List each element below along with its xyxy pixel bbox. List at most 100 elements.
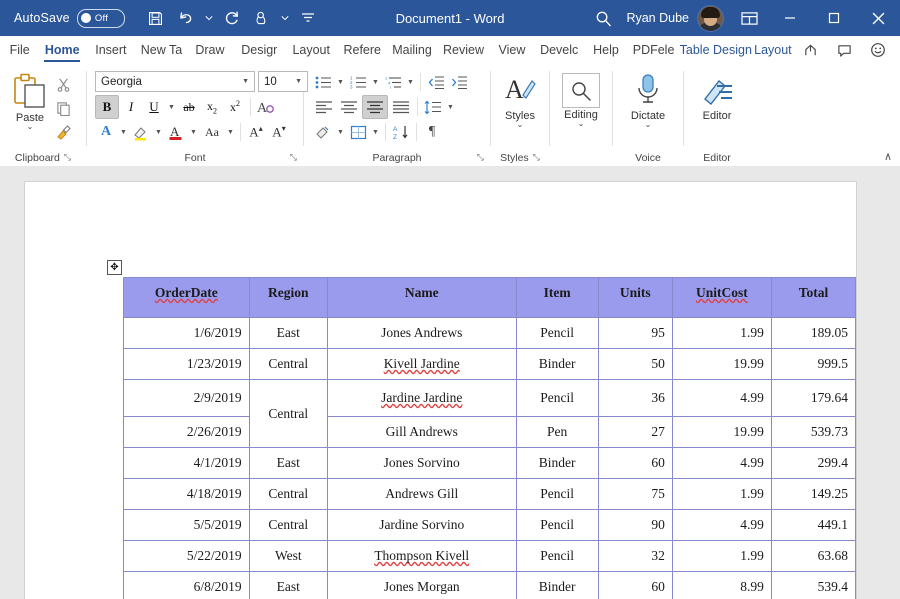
cell-unitcost[interactable]: 1.99 [671,540,772,572]
underline-dropdown-icon[interactable]: ▼ [166,96,177,118]
borders-button[interactable] [347,121,369,143]
cell-total[interactable]: 449.1 [770,509,857,541]
customize-qat-icon[interactable] [293,4,323,32]
column-header-name[interactable]: Name [326,277,517,318]
shading-button[interactable] [312,121,334,143]
cell-unitcost[interactable]: 19.99 [671,348,772,380]
cell-total[interactable]: 63.68 [770,540,857,572]
tab-new-tab[interactable]: New Ta [137,36,187,64]
decrease-indent-button[interactable] [425,71,447,93]
table-row[interactable]: 6/8/2019 East Jones Morgan Binder 60 8.9… [123,571,857,599]
font-name-combo[interactable]: Georgia ▼ [95,71,255,92]
cell-units[interactable]: 95 [597,317,673,349]
feedback-smiley-icon[interactable] [862,37,894,63]
cell-units[interactable]: 27 [597,416,673,448]
chevron-down-icon[interactable]: ▼ [239,78,252,85]
cell-item[interactable]: Pencil [515,478,599,510]
share-icon[interactable] [794,37,826,63]
cell-total[interactable]: 999.5 [770,348,857,380]
cell-name[interactable]: Jardine Jardine [326,379,517,417]
data-table[interactable]: OrderDate Region Name Item Units UnitCos… [123,277,857,599]
ribbon-display-options-icon[interactable] [730,11,768,26]
cell-unitcost[interactable]: 4.99 [671,509,772,541]
cell-item[interactable]: Pencil [515,379,599,417]
cell-date[interactable]: 4/18/2019 [123,478,250,510]
bullets-dropdown-icon[interactable]: ▼ [335,71,346,93]
underline-button[interactable]: U [143,96,165,118]
column-header-unitcost[interactable]: UnitCost [671,277,772,318]
touch-mode-dropdown-icon[interactable] [277,4,293,32]
table-row[interactable]: 1/23/2019 Central Kivell Jardine Binder … [123,348,857,380]
numbering-button[interactable]: 123 [347,71,369,93]
table-move-handle[interactable]: ✥ [107,260,122,275]
cell-name[interactable]: Jones Sorvino [326,447,517,479]
cell-total[interactable]: 299.4 [770,447,857,479]
maximize-button[interactable] [812,0,856,36]
cell-item[interactable]: Pencil [515,317,599,349]
numbering-dropdown-icon[interactable]: ▼ [370,71,381,93]
styles-dialog-launcher-icon[interactable]: ⤡ [533,152,540,163]
highlight-dropdown-icon[interactable]: ▼ [153,121,164,143]
column-header-region[interactable]: Region [248,277,328,318]
format-painter-icon[interactable] [52,121,74,143]
editing-button[interactable]: Editing ⌄ [555,71,607,128]
multilevel-dropdown-icon[interactable]: ▼ [405,71,416,93]
change-case-dropdown-icon[interactable]: ▼ [225,121,236,143]
cell-unitcost[interactable]: 8.99 [671,571,772,599]
cell-region[interactable]: East [248,317,328,349]
table-row[interactable]: 5/5/2019 Central Jardine Sorvino Pencil … [123,509,857,541]
tab-design[interactable]: Desigr [234,36,285,64]
redo-icon[interactable] [217,4,247,32]
cell-name[interactable]: Gill Andrews [326,416,517,448]
table-row[interactable]: 1/6/2019 East Jones Andrews Pencil 95 1.… [123,317,857,349]
cell-region[interactable]: West [248,540,328,572]
text-effects-dropdown-icon[interactable]: ▼ [118,121,129,143]
column-header-item[interactable]: Item [515,277,599,318]
close-button[interactable] [856,0,900,36]
document-area[interactable]: ✥ OrderDate Region Name Item Units UnitC… [0,166,900,599]
line-spacing-button[interactable] [422,96,444,118]
cell-unitcost[interactable]: 19.99 [671,416,772,448]
change-case-button[interactable]: Aa [200,121,224,143]
table-row[interactable]: 5/22/2019 West Thompson Kivell Pencil 32… [123,540,857,572]
cell-region[interactable]: Central [248,348,328,380]
cell-total[interactable]: 539.73 [770,416,857,448]
bullets-button[interactable] [312,71,334,93]
tab-references[interactable]: Refere [337,36,387,64]
collapse-ribbon-button[interactable]: ∧ [884,150,892,163]
cell-date[interactable]: 2/26/2019 [123,416,250,448]
bold-button[interactable]: B [95,95,119,119]
cell-region[interactable]: East [248,447,328,479]
table-row[interactable]: 4/18/2019 Central Andrews Gill Pencil 75… [123,478,857,510]
subscript-button[interactable]: x2 [201,96,223,118]
save-icon[interactable] [141,4,171,32]
sort-button[interactable]: AZ [390,121,412,143]
text-highlight-color-button[interactable] [130,121,152,143]
cell-date[interactable]: 5/22/2019 [123,540,250,572]
cell-units[interactable]: 50 [597,348,673,380]
cell-total[interactable]: 189.05 [770,317,857,349]
cell-region[interactable]: Central [248,509,328,541]
text-highlight-effects-button[interactable]: A [95,121,117,143]
tab-home[interactable]: Home [39,36,85,64]
cell-item[interactable]: Binder [515,348,599,380]
cell-units[interactable]: 32 [597,540,673,572]
tab-mailings[interactable]: Mailinɡ [387,36,437,64]
tab-insert[interactable]: Insert [85,36,136,64]
cell-item[interactable]: Pen [515,416,599,448]
autosave-toggle[interactable]: Off [76,8,125,28]
multilevel-list-button[interactable]: 1ai [382,71,404,93]
increase-indent-button[interactable] [448,71,470,93]
table-row[interactable]: 2/26/2019 Gill Andrews Pen 27 19.99 539.… [123,416,857,448]
cell-total[interactable]: 539.4 [770,571,857,599]
strikethrough-button[interactable]: ab [178,96,200,118]
cell-units[interactable]: 90 [597,509,673,541]
paragraph-dialog-launcher-icon[interactable]: ⤡ [477,152,484,163]
shading-dropdown-icon[interactable]: ▼ [335,121,346,143]
font-dialog-launcher-icon[interactable]: ⤡ [290,152,297,163]
undo-icon[interactable] [171,4,201,32]
cell-unitcost[interactable]: 4.99 [671,379,772,417]
cell-name[interactable]: Jones Morgan [326,571,517,599]
copy-icon[interactable] [52,97,74,119]
editor-button[interactable]: Editor [690,71,744,122]
